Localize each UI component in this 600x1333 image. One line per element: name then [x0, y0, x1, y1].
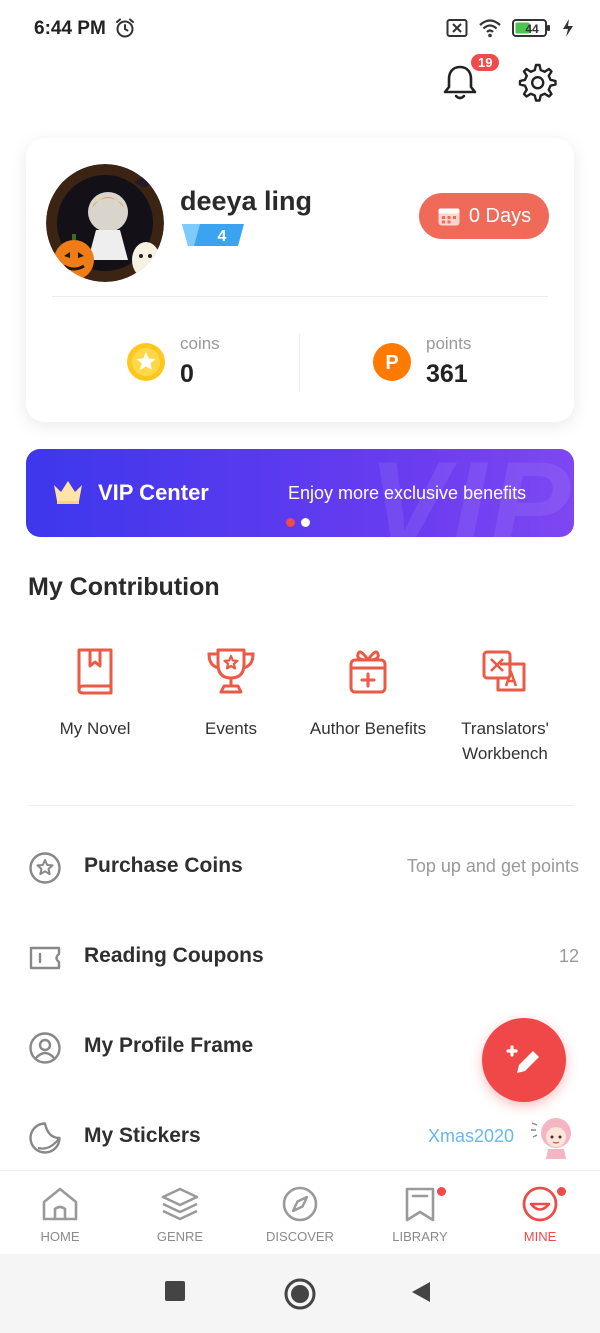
- carousel-dot[interactable]: [286, 518, 295, 527]
- home-icon: [42, 1187, 78, 1221]
- wifi-icon: [479, 19, 501, 38]
- carousel-dots: [286, 518, 310, 527]
- alarm-icon: [116, 18, 134, 38]
- section-divider: [28, 805, 574, 806]
- vip-center-banner[interactable]: VIP VIP Center Enjoy more exclusive bene…: [26, 449, 574, 537]
- contribution-label: Translators' Workbench: [461, 719, 549, 763]
- menu-label: My Stickers: [84, 1124, 201, 1147]
- gear-icon[interactable]: [514, 60, 558, 104]
- bookmark-icon: [405, 1187, 435, 1222]
- notification-badge: 19: [471, 54, 500, 71]
- purchase-coins-row[interactable]: Purchase Coins Top up and get points: [0, 837, 600, 897]
- nav-genre[interactable]: GENRE: [120, 1185, 240, 1244]
- vip-title: VIP Center: [98, 480, 209, 505]
- coins-value: 0: [180, 360, 194, 388]
- status-bar: 6:44 PM 44: [0, 0, 600, 58]
- translators-workbench-item[interactable]: Translators' Workbench: [430, 646, 580, 766]
- svg-text:P: P: [385, 352, 398, 374]
- nav-home[interactable]: HOME: [0, 1185, 120, 1244]
- calendar-icon: [438, 208, 460, 226]
- points-icon: P: [373, 343, 411, 381]
- coin-star-icon: [29, 852, 61, 884]
- vip-subtitle: Enjoy more exclusive benefits: [288, 483, 527, 503]
- days-label: 0 Days: [468, 204, 532, 227]
- trophy-icon: [207, 648, 255, 694]
- svg-text:4: 4: [218, 228, 227, 245]
- coupon-count: 12: [558, 946, 579, 966]
- pencil-plus-icon: [506, 1045, 539, 1073]
- nav-label: DISCOVER: [266, 1229, 334, 1244]
- nav-library[interactable]: LIBRARY: [360, 1185, 480, 1244]
- translate-icon: [482, 650, 526, 692]
- layers-icon: [161, 1187, 199, 1221]
- charging-icon: [563, 19, 573, 37]
- status-time: 6:44 PM: [34, 18, 106, 39]
- menu-hint: Top up and get points: [406, 856, 579, 876]
- book-icon: [77, 648, 113, 695]
- recent-apps-icon[interactable]: [164, 1280, 186, 1302]
- menu-label: Reading Coupons: [84, 944, 264, 967]
- nav-label: LIBRARY: [392, 1229, 448, 1244]
- contribution-label: Author Benefits: [309, 719, 427, 738]
- bottom-nav: HOME GENRE DISCOVER LIBRARY MINE: [0, 1170, 600, 1254]
- reading-coupons-row[interactable]: Reading Coupons 12: [0, 927, 600, 987]
- contribution-label: My Novel: [59, 719, 131, 738]
- nav-discover[interactable]: DISCOVER: [240, 1185, 360, 1244]
- no-sim-icon: [446, 19, 468, 37]
- points-value: 361: [426, 360, 468, 388]
- system-nav-bar: [0, 1254, 600, 1333]
- events-item[interactable]: Events: [156, 646, 306, 741]
- coins-label: coins: [180, 334, 220, 353]
- coupon-icon: [29, 946, 61, 970]
- my-novel-item[interactable]: My Novel: [20, 646, 170, 741]
- stat-separator: [299, 334, 300, 392]
- home-button-icon[interactable]: [284, 1278, 316, 1310]
- nav-label: MINE: [523, 1229, 557, 1244]
- contribution-title: My Contribution: [28, 573, 220, 601]
- profile-card: deeya ling 4 0 Days coins 0 P points 361: [26, 138, 574, 422]
- nav-mine[interactable]: MINE: [480, 1185, 600, 1244]
- contribution-label: Events: [205, 719, 257, 738]
- avatar-image: [46, 164, 164, 282]
- battery-icon: 44: [512, 19, 550, 37]
- menu-label: My Profile Frame: [84, 1034, 254, 1057]
- library-notification-dot: [437, 1187, 446, 1196]
- nav-label: GENRE: [156, 1229, 204, 1244]
- crown-icon: [54, 481, 82, 504]
- coin-icon: [127, 343, 165, 381]
- compass-icon: [282, 1186, 318, 1222]
- write-fab-button[interactable]: [482, 1018, 566, 1102]
- author-benefits-item[interactable]: Author Benefits: [293, 646, 443, 741]
- stickers-row[interactable]: My Stickers Xmas2020: [0, 1107, 600, 1167]
- level-badge: 4: [182, 224, 244, 246]
- card-divider: [52, 296, 548, 297]
- mine-icon: [522, 1186, 558, 1222]
- sticker-icon: [29, 1122, 61, 1154]
- menu-label: Purchase Coins: [84, 854, 243, 877]
- sticker-pack-name: Xmas2020: [427, 1126, 514, 1146]
- points-label: points: [426, 334, 472, 353]
- avatar[interactable]: [46, 164, 164, 282]
- carousel-dot[interactable]: [301, 518, 310, 527]
- sticker-character-image: [531, 1118, 571, 1159]
- profile-frame-icon: [29, 1032, 61, 1064]
- back-icon[interactable]: [410, 1280, 432, 1304]
- svg-text:44: 44: [525, 22, 539, 36]
- username: deeya ling: [180, 186, 313, 216]
- check-in-days-button[interactable]: 0 Days: [419, 193, 549, 239]
- gift-icon: [349, 650, 387, 694]
- nav-label: HOME: [40, 1229, 80, 1244]
- mine-notification-dot: [557, 1187, 566, 1196]
